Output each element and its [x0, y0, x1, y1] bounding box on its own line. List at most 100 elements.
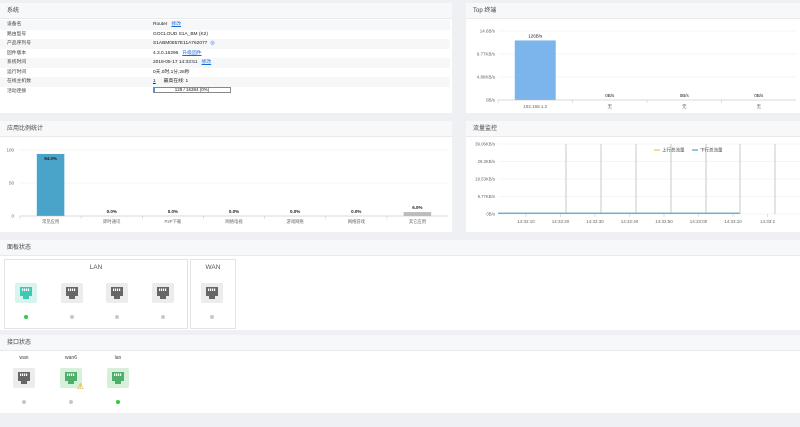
- value-text: 2019-05-17 14:33:51: [153, 60, 198, 65]
- bar: [514, 40, 556, 100]
- data-label: 126B/s: [528, 33, 543, 38]
- y-tick-label: 0: [11, 214, 14, 219]
- value-text: S1ABM0857E11A762077: [153, 41, 208, 46]
- system-row: 在线主机数 1 最高在线: 1: [0, 77, 450, 87]
- lan-port-icon[interactable]: [15, 283, 37, 303]
- iface-port-icon[interactable]: ⚠: [60, 368, 84, 391]
- data-label: 0.0%: [107, 209, 117, 214]
- panel-state: 面板状态 LAN WAN: [0, 240, 800, 330]
- status-dot: [210, 315, 214, 319]
- system-panel: 系统 设备名 Router 修改 路由型号 GOCLOUD S1A_BM (K2) 产品序…: [0, 3, 452, 113]
- data-label: 94.0%: [44, 156, 57, 161]
- traffic-title: 流量监控: [466, 121, 800, 137]
- value-text: GOCLOUD S1A_BM (K2): [153, 31, 208, 37]
- legend-label[interactable]: 下行总流量: [700, 147, 723, 154]
- row-action-link[interactable]: 升级固件: [182, 51, 201, 56]
- x-tick-label: 14:32:10: [517, 219, 535, 224]
- x-tick-label: 网络游戏: [348, 218, 366, 225]
- x-tick-label: 14:32:20: [552, 219, 570, 224]
- app-ratio-panel: 应用比例统计 100 50 0 94.0% 常见应用 0.0% 即时通讯 0.0% P2P下载 0…: [0, 121, 452, 232]
- status-dot: [115, 315, 119, 319]
- system-row: 活动连接 128 / 16384 (0%): [0, 87, 450, 97]
- app-ratio-chart: 100 50 0 94.0% 常见应用 0.0% 即时通讯 0.0% P2P下载 0.0% 网络电视…: [6, 148, 448, 225]
- x-tick-label: 14:33:2: [760, 219, 776, 224]
- y-tick-label: 0B/s: [486, 212, 495, 217]
- data-label: 0.0%: [351, 209, 361, 214]
- system-row-key: 路由型号: [7, 31, 27, 37]
- data-label: 0.0%: [290, 209, 300, 214]
- system-row: 系统时间 2019-05-17 14:33:51 修改: [0, 58, 450, 68]
- iface-port-icon[interactable]: [107, 368, 129, 388]
- lan-port-icon[interactable]: [106, 283, 128, 303]
- status-dot: [24, 315, 28, 319]
- lan-port-icon[interactable]: [60, 283, 83, 303]
- value-text: Router: [153, 22, 168, 27]
- warning-icon: ⚠: [76, 382, 84, 391]
- progress-fill: [154, 88, 155, 93]
- y-tick-label: 39.06KB/s: [475, 142, 495, 147]
- max-online-text: 最高在线: 1: [163, 79, 189, 84]
- data-label: 0B/s: [754, 93, 764, 98]
- system-row-key: 固件版本: [7, 50, 27, 56]
- iface-port-icon[interactable]: [13, 368, 35, 388]
- value-text: 1: [153, 79, 156, 84]
- x-tick-label: 即时通讯: [103, 218, 121, 225]
- data-label: 6.0%: [412, 205, 422, 210]
- data-label: 0B/s: [680, 93, 690, 98]
- x-tick-label: 无: [757, 104, 762, 110]
- system-row: 设备名 Router 修改: [0, 20, 450, 30]
- system-row: 路由型号 GOCLOUD S1A_BM (K2): [0, 30, 450, 40]
- system-row-key: 产品序列号: [7, 41, 31, 46]
- top-title: Top 终端: [466, 3, 800, 19]
- x-tick-label: 14:32:30: [586, 219, 604, 224]
- status-dot: [160, 315, 165, 319]
- app-title: 应用比例统计: [0, 121, 452, 137]
- system-row-key: 设备名: [7, 22, 22, 27]
- row-action-link[interactable]: 修改: [202, 60, 212, 65]
- system-row-value: 4.3.0.16296 升级固件: [153, 49, 202, 59]
- wan-port-icon[interactable]: [201, 283, 223, 303]
- lan-label: LAN: [89, 264, 103, 271]
- x-tick-label: 无: [682, 104, 687, 110]
- row-action-link[interactable]: 修改: [171, 22, 181, 27]
- value-text: 0天,0时,1分,28秒: [153, 69, 190, 75]
- x-tick-label: 14:32:40: [621, 219, 639, 224]
- system-row-value: 128 / 16384 (0%): [153, 87, 231, 97]
- system-row: 产品序列号 S1ABM0857E11A762077 ◎: [0, 39, 450, 49]
- x-tick-label: 14:32:50: [655, 219, 673, 224]
- data-label: 0B/s: [605, 93, 615, 98]
- y-tick-label: 9.77KB/s: [477, 52, 496, 57]
- y-tick-label: 29.3KB/s: [478, 159, 495, 164]
- system-row-key: 系统时间: [7, 60, 27, 65]
- connections-progress: 128 / 16384 (0%): [153, 87, 231, 94]
- system-row: 固件版本 4.3.0.16296 升级固件: [0, 49, 450, 59]
- interface-state: 接口状态 wan wan6 ⚠ lan: [0, 335, 800, 413]
- y-tick-label: 4.88KB/s: [477, 75, 496, 80]
- status-dot: [69, 315, 74, 319]
- traffic-panel: 流量监控 39.06KB/s 29.3KB/s 19.53KB/s 9.77KB/s 0…: [466, 121, 800, 232]
- y-tick-label: 14.6B/s: [480, 29, 496, 34]
- system-row-value: Router 修改: [153, 20, 181, 30]
- panel-state-title: 面板状态: [0, 240, 800, 256]
- x-tick-label: 网络电视: [225, 218, 243, 225]
- legend-label[interactable]: 上行总流量: [662, 147, 685, 154]
- interface-state-title: 接口状态: [0, 335, 800, 351]
- x-tick-label: 游戏网络: [287, 218, 305, 225]
- status-dot: [116, 400, 120, 404]
- lan-port-icon[interactable]: [151, 283, 174, 303]
- traffic-chart: 39.06KB/s 29.3KB/s 19.53KB/s 9.77KB/s 0B/s 14…: [475, 142, 800, 224]
- copy-icon[interactable]: ◎: [210, 41, 214, 46]
- value-text: 4.3.0.16296: [153, 50, 179, 56]
- data-label: 0.0%: [229, 209, 239, 214]
- system-row-key: 活动连接: [7, 88, 27, 94]
- system-info-list: 设备名 Router 修改 路由型号 GOCLOUD S1A_BM (K2) 产品序列号 S…: [0, 19, 452, 109]
- x-tick-label: 无: [608, 104, 613, 110]
- x-tick-label: 其它应用: [409, 218, 426, 225]
- system-row-key: 在线主机数: [7, 79, 31, 84]
- bar: [403, 212, 432, 216]
- system-row-key: 运行时间: [7, 69, 27, 75]
- y-tick-label: 0B/s: [486, 98, 496, 103]
- x-tick-label: 常见应用: [42, 218, 59, 225]
- system-title: 系统: [0, 3, 452, 19]
- wan-label: WAN: [205, 264, 221, 271]
